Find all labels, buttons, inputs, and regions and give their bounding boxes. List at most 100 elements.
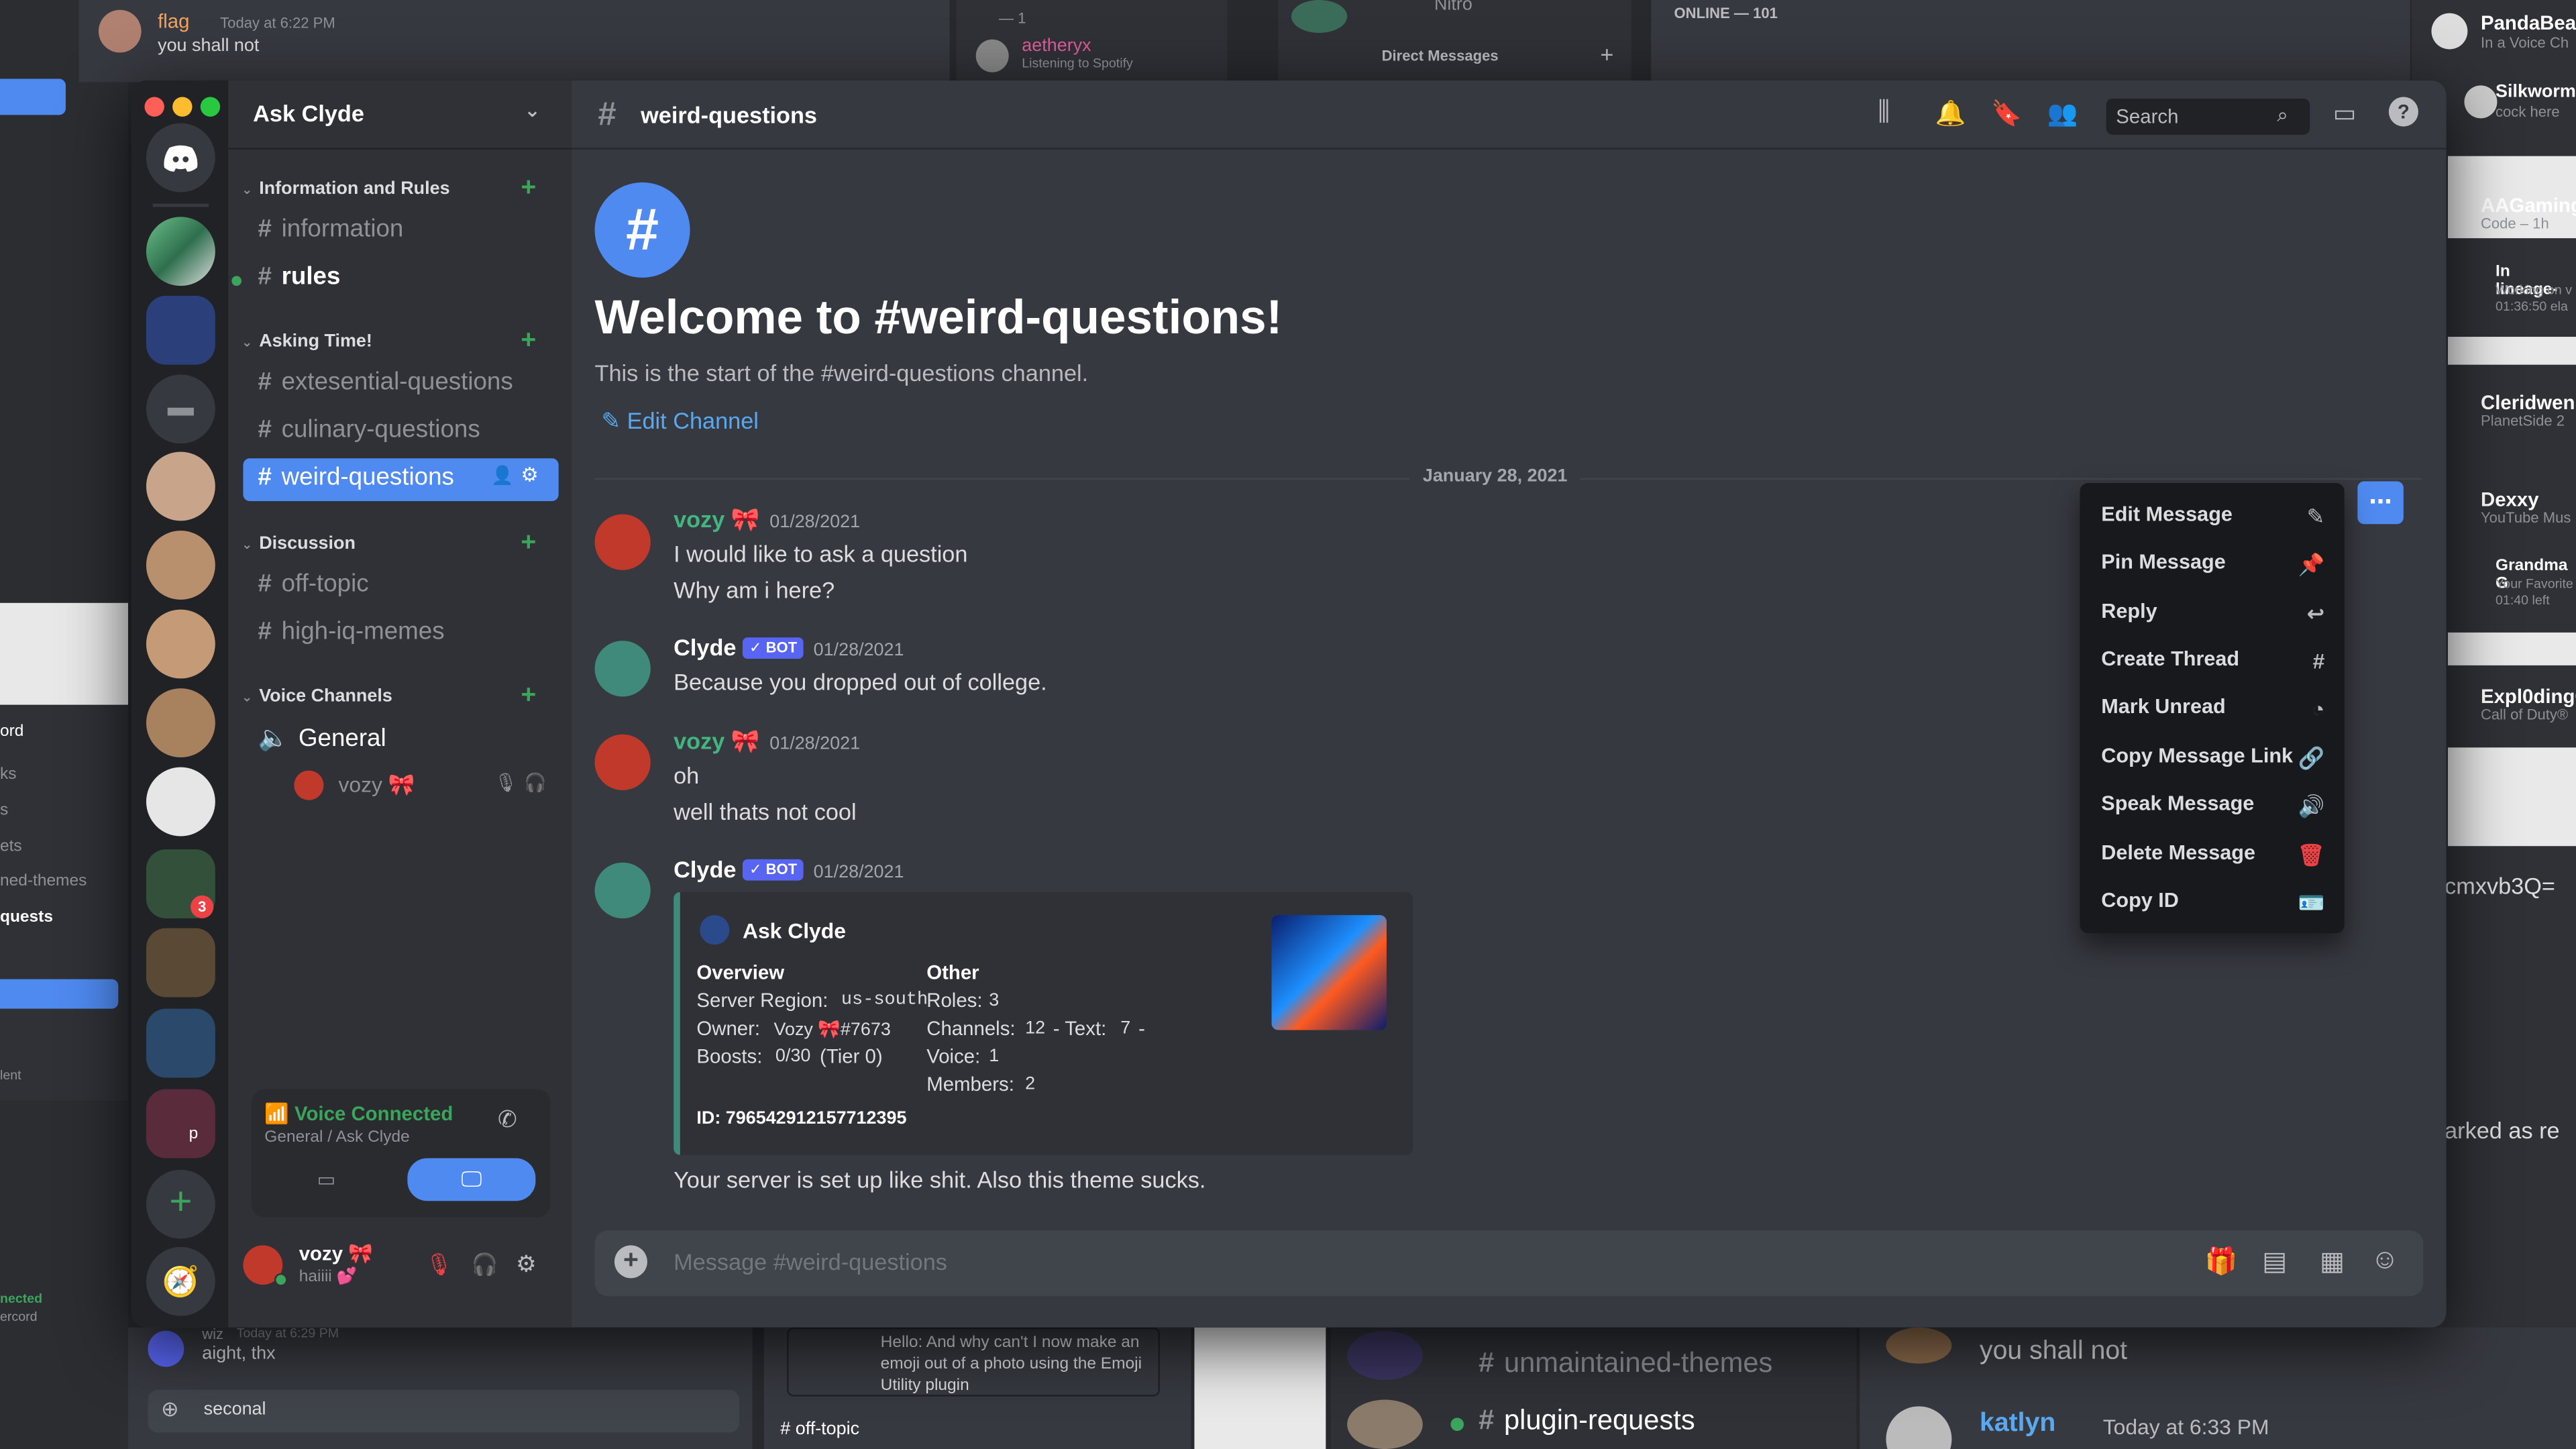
avatar[interactable] (594, 641, 651, 697)
server-header[interactable]: Ask Clyde ⌄ (228, 80, 572, 150)
guild-icon[interactable] (146, 688, 215, 757)
add-channel-icon[interactable]: + (521, 327, 536, 356)
bg-bottom-mid-msg: Hello: And why can't I now make an emoji… (787, 1327, 1160, 1397)
avatar[interactable] (594, 734, 651, 790)
category-discussion[interactable]: ⌄ Discussion + (241, 529, 536, 557)
menu-item-copy-message-link[interactable]: Copy Message Link 🔗 (2101, 744, 2324, 780)
menu-item-label: Create Thread (2101, 647, 2240, 671)
guild-icon[interactable] (146, 767, 215, 837)
bg-left-list: ord ks s ets ned-themes quests lent (0, 706, 129, 1101)
gear-icon[interactable]: ⚙ (521, 464, 538, 486)
settings-gear-icon[interactable]: ⚙ (516, 1250, 537, 1279)
thread-icon: # (2312, 649, 2325, 674)
guild-folder-icon[interactable]: p (146, 1089, 215, 1159)
hashtag-icon: # (258, 415, 272, 444)
message: vozy 🎀 01/28/2021 I would like to ask a q… (674, 506, 967, 608)
menu-item-reply[interactable]: Reply ↩ (2101, 600, 2324, 636)
channel-rules[interactable]: # rules (243, 258, 558, 301)
upload-plus-icon[interactable]: + (614, 1245, 647, 1279)
deafened-icon[interactable]: 🎧 (472, 1252, 498, 1278)
voice-member[interactable]: vozy 🎀 🎙 🎧 (294, 769, 557, 805)
notification-bell-icon[interactable]: 🔔 (1935, 99, 1966, 128)
message-author[interactable]: Clyde (674, 634, 736, 660)
category-voice-channels[interactable]: ⌄ Voice Channels + (241, 682, 536, 710)
bg-bottom-input: ⊕ seconal (148, 1389, 740, 1433)
add-channel-icon[interactable]: + (521, 682, 536, 711)
category-asking-time[interactable]: ⌄ Asking Time! + (241, 327, 536, 355)
menu-item-create-thread[interactable]: Create Thread # (2101, 647, 2324, 684)
screen-share-button[interactable]: 🖵 (407, 1158, 536, 1201)
minimize-window-button[interactable] (172, 97, 193, 117)
video-icon[interactable]: ▭ (317, 1168, 336, 1191)
guild-icon[interactable] (146, 609, 215, 679)
hashtag-icon: # (598, 97, 616, 133)
muted-mic-icon[interactable]: 🎙 (425, 1252, 452, 1278)
message-author[interactable]: vozy 🎀 (674, 728, 759, 754)
guild-folder-icon[interactable] (146, 1008, 215, 1078)
embed-value: 1 (989, 1046, 1000, 1067)
edit-channel-link[interactable]: ✎ Edit Channel (601, 407, 759, 435)
channel-information[interactable]: # information (243, 210, 558, 253)
bg-dm-label: Direct Messages (1381, 48, 1499, 64)
home-button[interactable] (146, 123, 215, 193)
close-window-button[interactable] (144, 97, 164, 117)
add-channel-icon[interactable]: + (521, 529, 536, 559)
menu-item-delete-message[interactable]: Delete Message 🗑 (2101, 841, 2324, 877)
avatar (148, 1330, 184, 1367)
guild-icon[interactable] (146, 217, 215, 286)
channel-label: information (281, 215, 404, 244)
channel-off-topic[interactable]: # off-topic (243, 565, 558, 608)
guild-icon[interactable] (146, 451, 215, 521)
message-timestamp: 01/28/2021 (769, 513, 861, 533)
search-input[interactable]: Search ⌕ (2106, 98, 2310, 135)
message-author[interactable]: vozy 🎀 (674, 506, 759, 532)
menu-item-mark-unread[interactable]: Mark Unread ◔ (2101, 695, 2324, 731)
add-channel-icon[interactable]: + (521, 174, 536, 204)
menu-item-speak-message[interactable]: Speak Message 🔊 (2101, 792, 2324, 828)
member-list-icon[interactable]: 👥 (2047, 99, 2078, 128)
invite-icon[interactable]: 👤 (491, 465, 514, 486)
message-author[interactable]: Clyde (674, 856, 736, 882)
bg-online-panel: ONLINE — 101 (1651, 0, 2410, 83)
guild-folder-icon[interactable]: 3 (146, 849, 215, 918)
disconnect-icon[interactable]: ✆ (498, 1106, 517, 1134)
bg-left-connected: nected (0, 1291, 43, 1306)
avatar[interactable] (594, 514, 651, 570)
explore-servers-icon[interactable]: 🧭 (146, 1246, 215, 1316)
menu-item-copy-id[interactable]: Copy ID 🪪 (2101, 889, 2324, 925)
emoji-icon[interactable]: ☺ (2371, 1244, 2400, 1277)
guild-icon[interactable] (146, 531, 215, 600)
menu-item-pin-message[interactable]: Pin Message 📌 (2101, 550, 2324, 586)
bg-channel[interactable]: # plugin-requests (1479, 1405, 1695, 1438)
gift-icon[interactable]: 🎁 (2205, 1245, 2238, 1278)
maximize-window-button[interactable] (200, 97, 221, 117)
add-server-button[interactable]: + (146, 1169, 215, 1239)
channel-culinary-questions[interactable]: # culinary-questions (243, 411, 558, 453)
threads-icon[interactable]: ⫼ (1878, 99, 1890, 128)
guild-folder-icon[interactable] (146, 928, 215, 998)
message-text: Why am i here? (674, 576, 835, 603)
embed-label: Voice: (926, 1044, 981, 1068)
help-icon[interactable]: ? (2388, 97, 2418, 127)
pinned-messages-icon[interactable]: 🔖 (1991, 99, 2022, 128)
more-options-button[interactable]: ⋯ (2357, 481, 2404, 525)
bot-badge: ✓ BOT (743, 637, 804, 659)
message-timestamp: 01/28/2021 (813, 862, 904, 883)
menu-item-edit-message[interactable]: Edit Message ✎ (2101, 502, 2324, 539)
sticker-icon[interactable]: ▦ (2320, 1245, 2345, 1278)
inbox-icon[interactable]: ▭ (2333, 99, 2357, 128)
avatar[interactable] (594, 862, 651, 918)
folder-icon[interactable]: ▬ (146, 374, 215, 444)
category-information-and-rules[interactable]: ⌄ Information and Rules + (241, 174, 536, 203)
bg-left-selected-2 (0, 979, 119, 1009)
guild-folder-icon[interactable] (146, 295, 215, 365)
gif-icon[interactable]: ▤ (2262, 1245, 2287, 1278)
channel-extesential-questions[interactable]: # extesential-questions (243, 363, 558, 406)
message-input[interactable]: Message #weird-questions (674, 1248, 947, 1275)
channel-weird-questions[interactable]: # weird-questions 👤 ⚙ (243, 458, 559, 501)
voice-status: 📶 Voice Connected (264, 1102, 453, 1125)
bg-channel[interactable]: # unmaintained-themes (1479, 1347, 1772, 1380)
embed-value: 12 (1025, 1018, 1046, 1038)
channel-high-iq-memes[interactable]: # high-iq-memes (243, 612, 558, 655)
voice-channel-general[interactable]: 🔈 General (243, 718, 558, 761)
